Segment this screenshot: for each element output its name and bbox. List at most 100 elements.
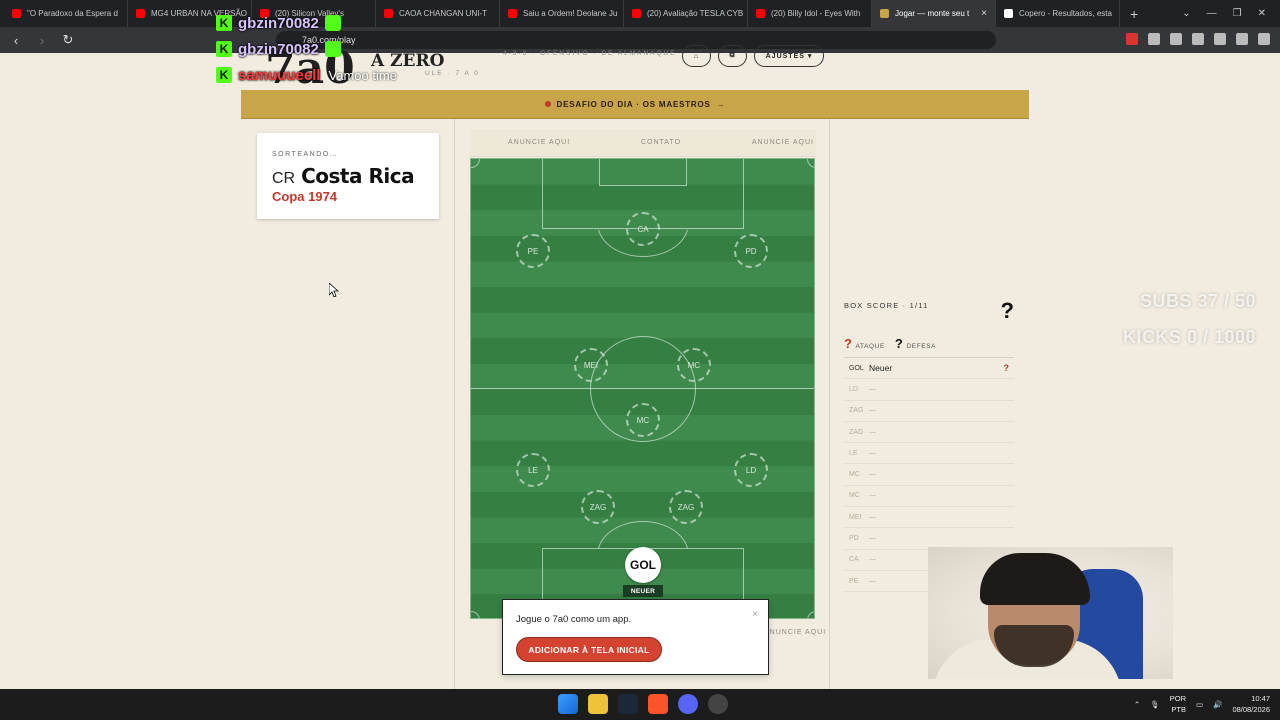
site-favicon-icon — [1004, 9, 1013, 18]
defense-icon: ? — [894, 336, 904, 351]
browser-tab[interactable]: Copero - Resultados, esta — [996, 0, 1120, 27]
chat-username: gbzin70082 — [238, 40, 319, 58]
chat-message: K samuuueell Vamoo time — [216, 62, 397, 88]
chevron-up-icon[interactable]: ⌃ — [1134, 700, 1140, 709]
youtube-icon — [756, 9, 765, 18]
goalkeeper-token[interactable]: GOL — [625, 547, 661, 583]
clock[interactable]: 10:47 08/08/2026 — [1232, 693, 1270, 715]
position-slot-le[interactable]: LE — [516, 453, 550, 487]
tournament-name: Copa 1974 — [272, 189, 338, 204]
volume-icon[interactable]: 🔊 — [1213, 700, 1222, 709]
position-slot-mc[interactable]: MC — [677, 348, 711, 382]
display-icon[interactable]: ▭ — [1196, 700, 1203, 709]
table-row: GOL Neuer? — [844, 358, 1014, 380]
position-slot-mei[interactable]: MEI — [574, 348, 608, 382]
goalkeeper-name: NEUER — [623, 585, 663, 597]
position-slot-mc[interactable]: MC — [626, 403, 660, 437]
window-controls: ⌄ — ❐ ✕ — [1182, 0, 1280, 27]
drawn-team: CR Costa Rica — [272, 164, 424, 188]
extension-icons — [1126, 33, 1270, 45]
trophy-icon[interactable]: ⌂ — [682, 45, 711, 67]
position-slot-pd[interactable]: PD — [734, 234, 768, 268]
brave-browser-icon[interactable] — [648, 694, 668, 714]
header-tagline-secondary: ULE · 7 A 0 — [425, 70, 480, 77]
windows-start-icon[interactable] — [558, 694, 578, 714]
discord-icon[interactable] — [678, 694, 698, 714]
position-slot-ld[interactable]: LD — [734, 453, 768, 487]
corner-arc — [807, 159, 814, 168]
kick-badge-icon: K — [216, 67, 232, 83]
puzzle-icon[interactable] — [1148, 33, 1160, 45]
youtube-icon — [508, 9, 517, 18]
stream-goals-overlay: SUBS 37 / 50 KICKS 0 / 1000 — [1123, 283, 1256, 355]
team-name: Costa Rica — [301, 164, 415, 188]
position-slot-zag[interactable]: ZAG — [581, 490, 615, 524]
new-tab-button[interactable]: + — [1120, 6, 1148, 22]
chat-message: K gbzin70082 — [216, 10, 397, 36]
settings-button[interactable]: AJUSTES ▾ — [754, 45, 824, 67]
stream-chat-overlay: K gbzin70082 K gbzin70082 K samuuueell V… — [216, 10, 397, 88]
streamer-hair — [980, 553, 1090, 605]
system-tray: ⌃ 🎙 POR PTB ▭ 🔊 10:47 08/08/2026 — [1134, 693, 1270, 715]
reload-icon[interactable]: ↻ — [58, 32, 78, 48]
close-window-icon[interactable]: ✕ — [1258, 8, 1266, 19]
close-tab-icon[interactable]: × — [981, 8, 987, 19]
table-row: LD — — [844, 379, 1014, 401]
app-icon[interactable] — [708, 694, 728, 714]
steam-icon[interactable] — [618, 694, 638, 714]
profile-icon[interactable] — [1236, 33, 1248, 45]
minimize-icon[interactable]: — — [1207, 8, 1217, 19]
contact-link[interactable]: CONTATO — [639, 139, 683, 146]
share-icon[interactable]: ⧉ — [718, 45, 747, 67]
position-slot-pe[interactable]: PE — [516, 234, 550, 268]
emote-icon — [324, 15, 341, 31]
menu-icon[interactable] — [1258, 33, 1270, 45]
attack-icon: ? — [844, 336, 853, 351]
site-favicon-icon — [880, 9, 889, 18]
browser-tab-strip: "O Paradoxo da Espera d MG4 URBAN NA VER… — [0, 0, 1280, 27]
draw-card: SORTEANDO… CR Costa Rica Copa 1974 — [257, 133, 439, 219]
position-slot-zag[interactable]: ZAG — [669, 490, 703, 524]
daily-challenge-banner[interactable]: DESAFIO DO DIA · OS MAESTROS → — [241, 90, 1029, 119]
ad-link[interactable]: ANUNCIE AQUI — [750, 139, 816, 146]
file-explorer-icon[interactable] — [588, 694, 608, 714]
close-icon[interactable]: × — [752, 609, 758, 620]
box-score-legend: ? ATAQUE ? DEFESA — [844, 336, 1014, 351]
chat-username: gbzin70082 — [238, 14, 319, 32]
table-row: MC — — [844, 464, 1014, 486]
windows-taskbar: ⌃ 🎙 POR PTB ▭ 🔊 10:47 08/08/2026 — [0, 689, 1280, 720]
add-to-home-button[interactable]: ADICIONAR À TELA INICIAL — [516, 637, 662, 662]
browser-tab[interactable]: (20) Avaliação TESLA CYB — [624, 0, 748, 27]
music-icon[interactable] — [1170, 33, 1182, 45]
table-row: LE — — [844, 443, 1014, 465]
help-icon[interactable]: ? — [1001, 298, 1014, 324]
back-icon[interactable]: ‹ — [6, 33, 26, 48]
position-slot-ca[interactable]: CA — [626, 212, 660, 246]
chat-text: Vamoo time — [328, 67, 397, 83]
browser-tab-active[interactable]: Jogar — monte seu t × — [872, 0, 996, 27]
browser-tab[interactable]: (20) Billy Idol - Eyes With — [748, 0, 872, 27]
browser-tab[interactable]: "O Paradoxo da Espera d — [4, 0, 128, 27]
forward-icon[interactable]: › — [32, 33, 52, 48]
team-code: CR — [272, 170, 296, 187]
corner-arc — [807, 611, 814, 618]
kick-badge-icon: K — [216, 15, 232, 31]
browser-tab[interactable]: Saiu a Ordem! Deolane Ju — [500, 0, 624, 27]
ad-link[interactable]: ANUNCIE AQUI — [764, 629, 826, 636]
tab-list-icon[interactable]: ⌄ — [1182, 8, 1190, 19]
ad-link[interactable]: ANUNCIE AQUI — [506, 139, 572, 146]
extension-icon[interactable] — [1126, 33, 1138, 45]
microphone-icon[interactable]: 🎙 — [1150, 700, 1160, 709]
taskbar-apps — [558, 694, 728, 714]
subs-goal: SUBS 37 / 50 — [1139, 291, 1256, 311]
streamer-webcam — [928, 547, 1173, 679]
keyboard-layout[interactable]: POR PTB — [1170, 693, 1186, 715]
sidebar-icon[interactable] — [1192, 33, 1204, 45]
football-pitch: CA PE PD MEI MC MC LE LD ZAG ZAG GOL NEU… — [470, 158, 815, 619]
wallet-icon[interactable] — [1214, 33, 1226, 45]
youtube-icon — [632, 9, 641, 18]
restore-icon[interactable]: ❐ — [1233, 8, 1242, 19]
popup-message: Jogue o 7a0 como um app. — [516, 614, 632, 625]
box-score-title: BOX SCORE · 1/11 — [844, 301, 929, 310]
challenge-label: DESAFIO DO DIA · OS MAESTROS — [556, 99, 711, 109]
